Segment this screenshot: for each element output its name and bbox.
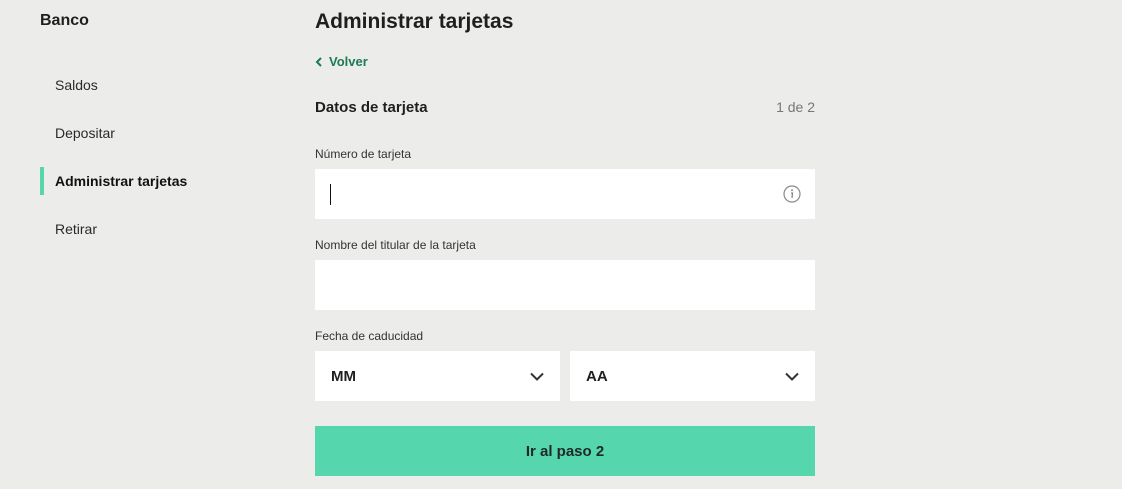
sidebar-item-retirar[interactable]: Retirar xyxy=(40,215,240,243)
holder-name-input[interactable] xyxy=(315,260,815,310)
text-caret xyxy=(330,184,331,205)
page-title: Administrar tarjetas xyxy=(315,10,514,33)
section-title: Datos de tarjeta xyxy=(315,99,428,116)
step-indicator: 1 de 2 xyxy=(776,99,815,115)
sidebar-item-depositar[interactable]: Depositar xyxy=(40,119,240,147)
info-icon[interactable] xyxy=(783,185,801,203)
sidebar-item-saldos[interactable]: Saldos xyxy=(40,71,240,99)
sidebar: Banco Saldos Depositar Administrar tarje… xyxy=(0,0,290,489)
sidebar-item-administrar-tarjetas[interactable]: Administrar tarjetas xyxy=(40,167,240,195)
main-content: Administrar tarjetas Volver Datos de tar… xyxy=(315,0,815,489)
holder-name-label: Nombre del titular de la tarjeta xyxy=(315,238,476,252)
expiry-month-value: MM xyxy=(331,367,356,385)
back-link-label: Volver xyxy=(329,54,368,69)
card-number-input[interactable] xyxy=(315,169,815,219)
expiry-label: Fecha de caducidad xyxy=(315,329,424,343)
back-link[interactable]: Volver xyxy=(315,54,368,69)
brand-title: Banco xyxy=(40,12,89,29)
expiry-year-value: AA xyxy=(586,367,608,385)
next-step-button[interactable]: Ir al paso 2 xyxy=(315,426,815,476)
card-number-field-wrapper xyxy=(315,169,815,219)
expiry-month-select[interactable]: MM xyxy=(315,351,560,401)
chevron-left-icon xyxy=(315,56,322,67)
card-number-label: Número de tarjeta xyxy=(315,147,412,161)
chevron-down-icon xyxy=(785,372,799,381)
chevron-down-icon xyxy=(530,372,544,381)
expiry-year-select[interactable]: AA xyxy=(570,351,815,401)
